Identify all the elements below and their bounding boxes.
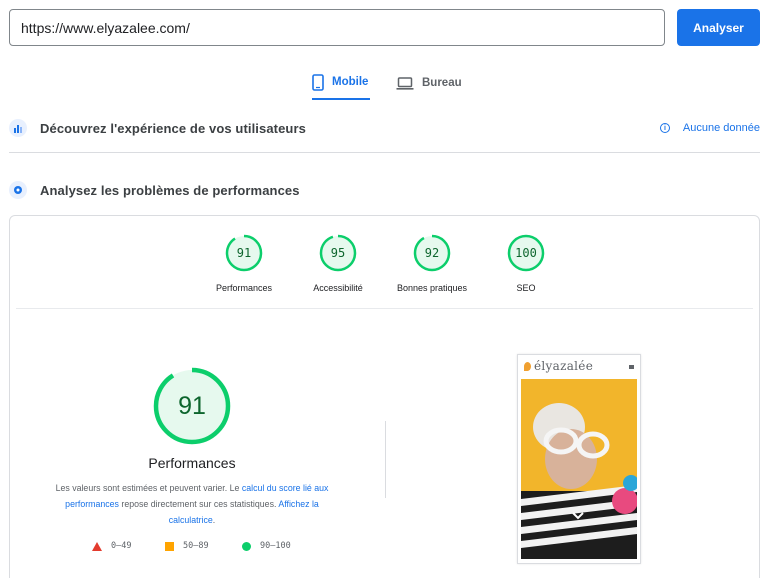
legend-item-average: 50–89	[165, 541, 209, 551]
page-screenshot-preview: élyazalée	[517, 354, 641, 564]
score-value: 95	[330, 246, 346, 260]
desc-text: Les valeurs sont estimées et peuvent var…	[55, 483, 242, 493]
legend-label: 0–49	[111, 541, 132, 551]
main-score-gauge: 91	[153, 367, 231, 445]
desc-text: repose directement sur ces statistiques.	[118, 499, 279, 509]
main-score-value: 91	[178, 391, 206, 420]
tab-desktop-label: Bureau	[422, 77, 462, 89]
triangle-icon	[92, 541, 102, 551]
section-user-title: Découvrez l'expérience de vos utilisateu…	[40, 120, 306, 136]
score-description: Les valeurs sont estimées et peuvent var…	[42, 480, 342, 528]
score-value: 91	[236, 246, 252, 260]
score-gauge-accessibility[interactable]: 95 Accessibilité	[298, 234, 378, 293]
leaf-icon	[524, 361, 531, 371]
score-value: 100	[515, 246, 537, 260]
report-card: 91 Performances 95 Accessibilité 92 Bonn…	[9, 215, 760, 578]
vertical-divider	[385, 421, 386, 498]
score-gauge-seo[interactable]: 100 SEO	[486, 234, 566, 293]
brand-name: élyazalée	[534, 359, 594, 373]
no-data-link[interactable]: i Aucune donnée	[659, 122, 760, 134]
no-data-label: Aucune donnée	[682, 122, 760, 134]
info-icon: i	[659, 123, 670, 133]
smartphone-icon	[312, 73, 324, 91]
lab-icon	[9, 181, 27, 199]
circle-icon	[242, 541, 251, 551]
legend-label: 50–89	[183, 541, 209, 551]
hero-photo	[521, 379, 637, 559]
section-perf-title: Analysez les problèmes de performances	[40, 182, 300, 198]
tab-mobile[interactable]: Mobile	[312, 66, 370, 100]
score-label: Bonnes pratiques	[396, 283, 468, 293]
score-label: SEO	[516, 283, 536, 293]
card-divider	[16, 308, 753, 309]
analyze-button[interactable]: Analyser	[677, 9, 760, 46]
score-gauge-performance[interactable]: 91 Performances	[204, 234, 284, 293]
section-performance: Analysez les problèmes de performances	[9, 180, 760, 200]
desc-text: .	[212, 515, 216, 525]
url-input[interactable]	[9, 9, 665, 46]
users-icon	[9, 119, 27, 137]
score-value: 92	[424, 246, 440, 260]
section-user-experience: Découvrez l'expérience de vos utilisateu…	[9, 118, 760, 138]
main-score-title: Performances	[148, 455, 236, 471]
tab-mobile-label: Mobile	[332, 76, 369, 88]
legend-item-poor: 0–49	[92, 541, 131, 551]
site-logo: élyazalée	[524, 359, 593, 373]
legend-item-good: 90–100	[242, 541, 291, 551]
laptop-icon	[396, 76, 414, 90]
score-gauge-best-practices[interactable]: 92 Bonnes pratiques	[392, 234, 472, 293]
legend-label: 90–100	[260, 541, 291, 551]
section-divider	[9, 152, 760, 153]
tab-desktop[interactable]: Bureau	[396, 66, 466, 100]
square-icon	[165, 541, 174, 551]
score-label: Performances	[215, 283, 273, 293]
menu-icon	[629, 365, 634, 369]
score-label: Accessibilité	[313, 283, 363, 293]
